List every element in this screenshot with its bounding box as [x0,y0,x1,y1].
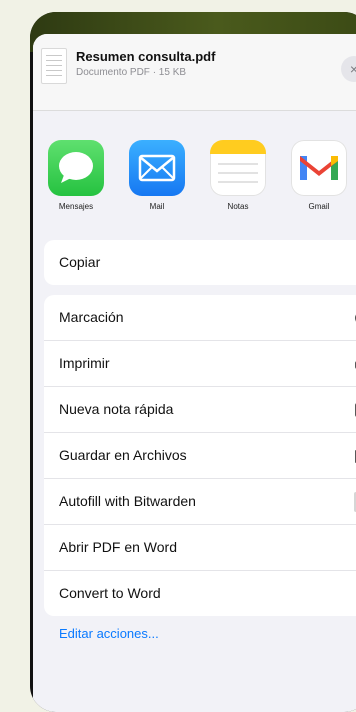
action-abrir-pdf-en-word[interactable]: Abrir PDF en Word W [44,525,356,571]
action-label: Abrir PDF en Word [59,539,177,555]
action-label: Autofill with Bitwarden [59,493,196,509]
app-gmail[interactable]: Gmail [289,140,349,211]
app-label: Gmail [308,202,330,211]
action-label: Copiar [59,254,101,270]
file-info: Documento PDF · 15 KB [76,67,187,78]
gmail-icon [291,140,347,196]
action-convert-to-word[interactable]: Convert to Word W [44,571,356,616]
file-name: Resumen consulta.pdf [76,49,216,64]
action-imprimir[interactable]: Imprimir [44,341,356,387]
action-autofill-bitwarden[interactable]: Autofill with Bitwarden [44,479,356,525]
share-sheet: Resumen consulta.pdf Documento PDF · 15 … [33,34,356,712]
app-label: Notas [227,202,249,211]
action-nueva-nota-rapida[interactable]: Nueva nota rápida [44,387,356,433]
close-icon: × [349,61,356,77]
close-button[interactable]: × [341,56,356,82]
action-label: Nueva nota rápida [59,401,174,417]
action-guardar-en-archivos[interactable]: Guardar en Archivos [44,433,356,479]
app-share-row: Mensajes Mail Notas Gmail [33,140,356,220]
action-label: Convert to Word [59,585,161,601]
app-notas[interactable]: Notas [208,140,268,211]
app-mail[interactable]: Mail [127,140,187,211]
device-frame: Resumen consulta.pdf Documento PDF · 15 … [30,12,356,712]
messages-icon [48,140,104,196]
action-group-copy: Copiar [44,240,356,285]
app-label: Mail [149,202,165,211]
document-thumbnail-icon [41,48,67,84]
app-mensajes[interactable]: Mensajes [46,140,106,211]
action-label: Guardar en Archivos [59,447,187,463]
notes-icon [210,140,266,196]
edit-actions-link[interactable]: Editar acciones... [59,626,159,641]
action-copiar[interactable]: Copiar [44,240,356,285]
app-label: Mensajes [58,202,94,211]
action-marcacion[interactable]: Marcación [44,295,356,341]
action-label: Imprimir [59,355,110,371]
action-label: Marcación [59,309,124,325]
mail-icon [129,140,185,196]
action-group-main: Marcación Imprimir Nueva nota rápida Gua… [44,295,356,616]
share-header: Resumen consulta.pdf Documento PDF · 15 … [33,34,356,111]
